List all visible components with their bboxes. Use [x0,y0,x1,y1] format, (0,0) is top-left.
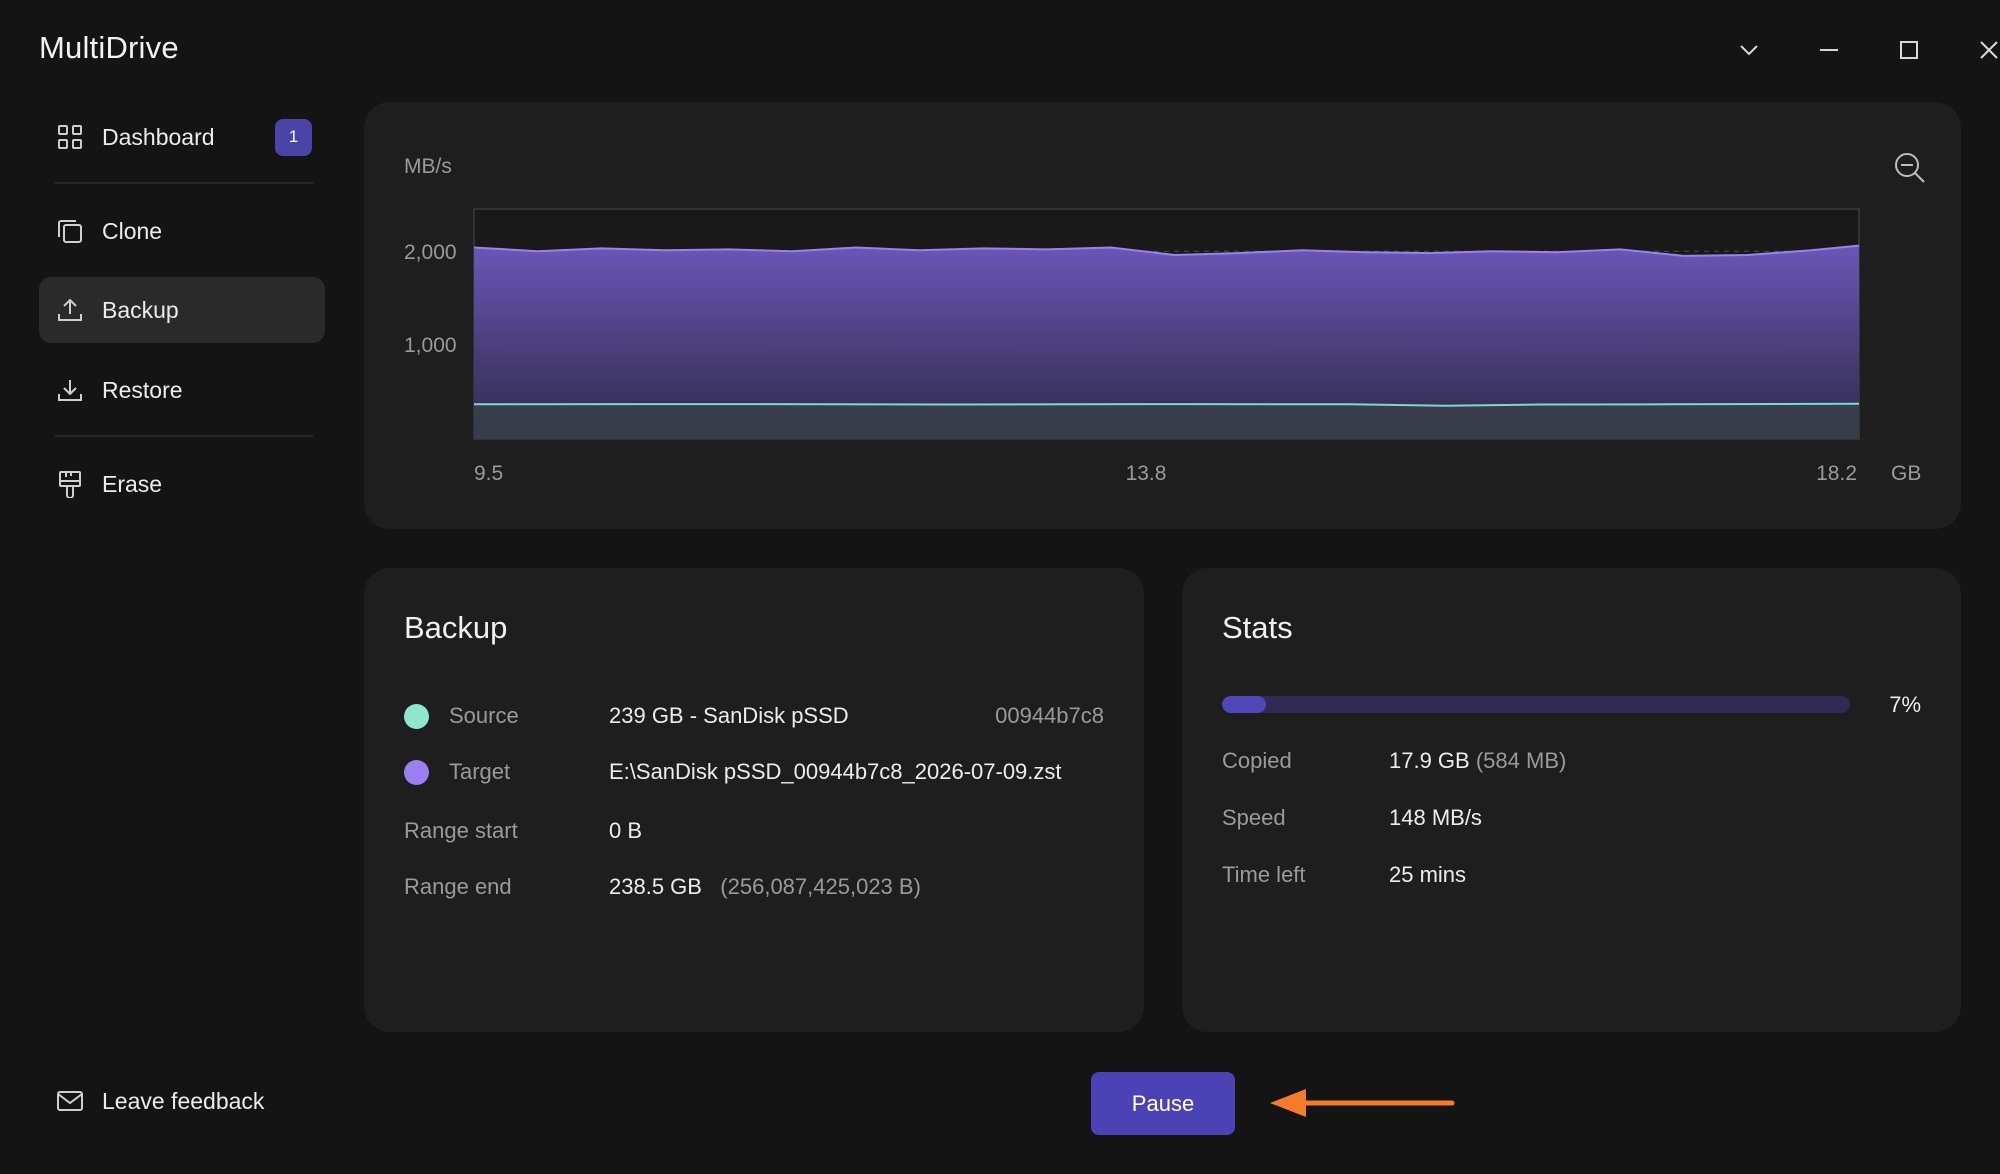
range-end-value: 238.5 GB (256,087,425,023 B) [609,874,921,900]
progress-percent: 7% [1889,692,1921,717]
y-tick-label: 2,000 [404,241,457,264]
feedback-label: Leave feedback [102,1087,265,1114]
notification-badge: 1 [275,118,312,156]
source-id: 00944b7c8 [995,703,1104,728]
annotation-arrow-icon [1270,1089,1455,1117]
sidebar-item-clone[interactable]: Clone [39,198,325,264]
x-unit-label: GB [1891,462,1921,485]
y-tick-label: 1,000 [404,334,457,357]
stats-title: Stats [1222,610,1293,645]
sidebar-item-label: Backup [102,296,179,323]
time-left-value: 25 mins [1389,862,1467,887]
series-area-1 [474,403,1859,439]
sidebar-item-restore[interactable]: Restore [39,357,325,423]
throughput-chart: MB/s 2,000 1,000 9.5 13.8 18.2 GB [404,155,1921,485]
sidebar-item-backup[interactable]: Backup [39,277,325,343]
speed-label: Speed [1222,805,1286,830]
speed-value: 148 MB/s [1389,805,1482,830]
sidebar-item-label: Erase [102,470,163,497]
range-end-label: Range end [404,874,512,899]
copied-value: 17.9 GB (584 MB) [1389,748,1566,774]
close-icon[interactable] [1969,30,2000,70]
grid-icon [55,122,85,152]
copied-size: 17.9 GB [1389,748,1470,773]
backup-title: Backup [404,610,508,645]
copied-sub: (584 MB) [1475,748,1567,773]
x-tick-label: 18.2 [1816,462,1857,485]
progress-bar [1222,696,1850,713]
time-left-label: Time left [1222,862,1306,887]
sidebar-item-label: Restore [102,376,183,403]
maximize-icon[interactable] [1889,30,1929,70]
zoom-out-icon[interactable] [1890,148,1930,188]
sidebar-item-dashboard[interactable]: Dashboard 1 [39,104,325,170]
leave-feedback-button[interactable]: Leave feedback [39,1068,325,1134]
copy-icon [55,216,85,246]
download-icon [55,375,85,405]
throughput-chart-panel: MB/s 2,000 1,000 9.5 13.8 18.2 GB [364,102,1961,529]
x-tick-label: 9.5 [474,462,503,485]
divider [55,435,313,437]
range-end-size: 238.5 GB [609,874,702,899]
sidebar-item-erase[interactable]: Erase [39,451,325,517]
chevron-down-icon[interactable] [1729,30,1769,70]
divider [55,182,313,184]
source-label: Source [449,703,519,728]
range-start-label: Range start [404,818,518,843]
progress-fill [1222,696,1266,713]
target-label: Target [449,759,511,784]
x-tick-label: 13.8 [1126,462,1167,485]
minimize-icon[interactable] [1809,30,1849,70]
sidebar-item-label: Dashboard [102,123,215,150]
target-dot [404,760,429,785]
pause-button[interactable]: Pause [1091,1072,1235,1135]
sidebar-item-label: Clone [102,217,163,244]
target-value: E:\SanDisk pSSD_00944b7c8_2026-07-09.zst [609,759,1062,784]
copied-label: Copied [1222,748,1292,773]
backup-panel: Backup Source 239 GB - SanDisk pSSD 0094… [364,568,1144,1032]
eraser-icon [55,469,85,499]
source-dot [404,704,429,729]
app-title: MultiDrive [39,30,179,65]
range-end-bytes: (256,087,425,023 B) [720,874,921,899]
y-unit-label: MB/s [404,155,452,178]
range-start-value: 0 B [609,818,643,843]
source-value: 239 GB - SanDisk pSSD [609,703,849,728]
upload-icon [55,295,85,325]
stats-panel: Stats 7% Copied 17.9 GB (584 MB) Speed 1… [1182,568,1961,1032]
mail-icon [55,1086,85,1116]
